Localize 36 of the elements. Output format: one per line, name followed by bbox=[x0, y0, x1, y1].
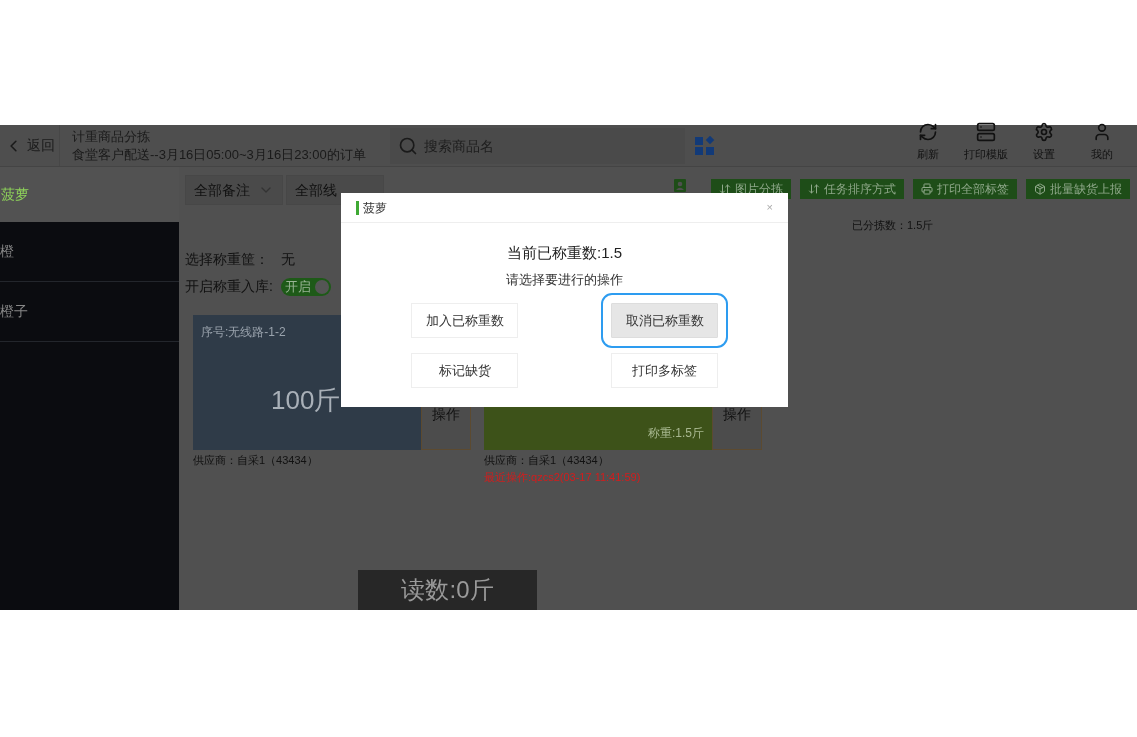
supplier-label: 供应商：自采1（43434） bbox=[193, 453, 319, 468]
sidebar-item[interactable]: 橙子 bbox=[0, 282, 179, 342]
dialog-button[interactable]: 打印多标签 bbox=[611, 353, 718, 388]
dialog-heading: 当前已称重数:1.5 bbox=[507, 243, 622, 263]
action-button[interactable]: 任务排序方式 bbox=[800, 179, 904, 199]
serial-label: 序号:无线路-1-2 bbox=[201, 324, 287, 341]
inbound-label: 开启称重入库: bbox=[185, 277, 273, 296]
close-button[interactable]: × bbox=[766, 199, 773, 216]
inbound-toggle[interactable]: 开启 bbox=[280, 277, 331, 296]
supplier-label: 供应商：自采1（43434） bbox=[484, 453, 610, 468]
basket-label: 选择称重筐： bbox=[185, 250, 269, 269]
refresh-icon bbox=[918, 121, 938, 142]
dialog-prompt: 请选择要进行的操作 bbox=[506, 270, 623, 289]
amount-text: 100斤 bbox=[271, 384, 341, 417]
basket-value: 无 bbox=[281, 250, 295, 269]
weight-label: 称重:1.5斤 bbox=[648, 425, 704, 442]
action-button[interactable]: 批量缺货上报 bbox=[1026, 179, 1130, 199]
sort-icon bbox=[808, 183, 820, 195]
last-operation: 最近操作:qzcs2(03-17 11:41:59) bbox=[484, 469, 642, 485]
product-title: 菠萝 bbox=[1, 185, 29, 204]
dialog-title: 菠萝 bbox=[356, 200, 387, 215]
server-icon bbox=[976, 121, 996, 142]
settings-icon bbox=[1034, 121, 1054, 142]
toolbar-button[interactable]: 我的 bbox=[1079, 121, 1125, 162]
search-icon bbox=[398, 135, 418, 156]
package-icon bbox=[1034, 183, 1046, 195]
sidebar-item[interactable]: 橙 bbox=[0, 222, 179, 282]
reading-display: 读数:0斤 bbox=[358, 570, 537, 610]
tiles-icon bbox=[695, 135, 715, 156]
sort-icon bbox=[719, 183, 731, 195]
action-button[interactable]: 打印全部标签 bbox=[913, 179, 1017, 199]
person-icon bbox=[674, 179, 686, 192]
user-icon bbox=[1092, 121, 1112, 142]
dialog-button[interactable]: 标记缺货 bbox=[411, 353, 518, 388]
dialog-button[interactable]: 加入已称重数 bbox=[411, 303, 518, 338]
printer-icon bbox=[921, 183, 933, 195]
